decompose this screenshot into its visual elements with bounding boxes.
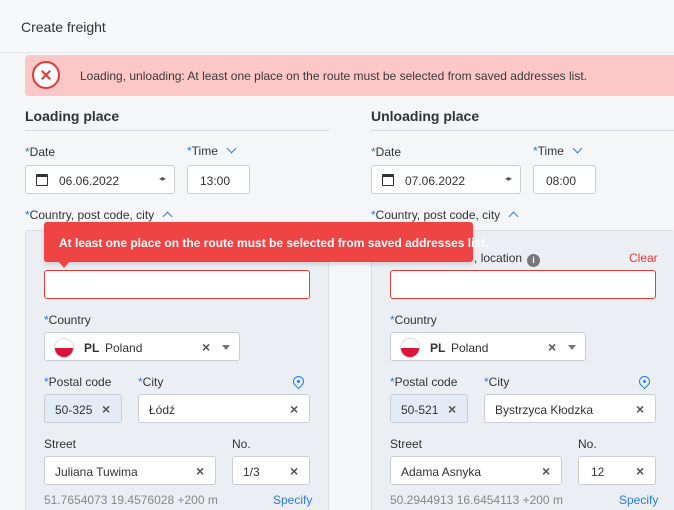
loading-time-label[interactable]: *Time <box>187 143 237 158</box>
info-icon[interactable]: i <box>527 254 541 267</box>
loading-company-input[interactable] <box>44 270 310 299</box>
dialog-header: Create freight <box>0 0 674 53</box>
unloading-postal-label: *Postal code <box>390 375 458 389</box>
loading-city-input[interactable]: Łódź × <box>138 394 310 423</box>
chevron-down-icon[interactable] <box>572 143 583 154</box>
loading-date-input[interactable]: 06.06.2022 ◂▸ <box>25 165 175 194</box>
unloading-time-label[interactable]: *Time <box>533 143 583 158</box>
loading-postal-input[interactable]: 50-325 × <box>44 394 122 423</box>
loading-country-select[interactable]: PL Poland × <box>44 332 240 361</box>
unloading-postal-input[interactable]: 50-521 × <box>390 394 468 423</box>
unloading-street-label: Street <box>390 437 423 451</box>
poland-flag-icon <box>400 338 420 358</box>
loading-place-title: Loading place <box>25 108 120 124</box>
clear-icon[interactable]: × <box>196 463 204 479</box>
loading-postal-label: *Postal code <box>44 375 112 389</box>
validation-tooltip: At least one place on the route must be … <box>44 222 488 268</box>
loading-city-label: *City <box>138 375 164 389</box>
unloading-company-label: , location i <box>474 251 541 267</box>
clear-icon[interactable]: × <box>548 339 556 355</box>
validation-tooltip-text: At least one place on the route must be … <box>59 236 489 250</box>
loading-coordinates: 51.7654073 19.4576028 +200 m <box>44 493 218 507</box>
unloading-street-input[interactable]: Adama Asnyka × <box>390 456 562 485</box>
unloading-time-input[interactable]: 08:00 <box>533 165 596 194</box>
loading-divider <box>25 130 329 131</box>
dialog-title: Create freight <box>21 19 106 35</box>
loading-country-label: *Country <box>44 313 91 327</box>
clear-icon[interactable]: × <box>636 463 644 479</box>
unloading-country-select[interactable]: PL Poland × <box>390 332 586 361</box>
loading-street-input[interactable]: Juliana Tuwima × <box>44 456 216 485</box>
clear-icon[interactable]: × <box>542 463 550 479</box>
unloading-divider <box>371 130 674 131</box>
stepper-arrows-icon[interactable]: ◂▸ <box>159 174 166 183</box>
unloading-specify-link[interactable]: Specify <box>619 493 658 507</box>
calendar-icon <box>382 174 394 186</box>
loading-specify-link[interactable]: Specify <box>273 493 312 507</box>
clear-icon[interactable]: × <box>290 463 298 479</box>
unloading-date-label: *Date <box>371 145 402 159</box>
caret-down-icon[interactable] <box>568 345 576 350</box>
clear-icon[interactable]: × <box>636 401 644 417</box>
chevron-up-icon[interactable] <box>162 211 173 222</box>
clear-icon[interactable]: × <box>202 339 210 355</box>
error-alert-message: Loading, unloading: At least one place o… <box>80 69 587 83</box>
calendar-icon <box>36 174 48 186</box>
loading-date-label: *Date <box>25 145 56 159</box>
loading-time-input[interactable]: 13:00 <box>187 165 250 194</box>
unloading-place-title: Unloading place <box>371 108 480 124</box>
unloading-clear-link[interactable]: Clear <box>629 251 658 265</box>
clear-icon[interactable]: × <box>102 401 110 417</box>
unloading-date-input[interactable]: 07.06.2022 ◂▸ <box>371 165 521 194</box>
loading-street-label: Street <box>44 437 77 451</box>
poland-flag-icon <box>54 338 74 358</box>
unloading-no-input[interactable]: 12 × <box>578 456 656 485</box>
loading-no-label: No. <box>232 437 251 451</box>
unloading-city-input[interactable]: Bystrzyca Kłodzka × <box>484 394 656 423</box>
unloading-location-label[interactable]: *Country, post code, city <box>371 208 519 222</box>
unloading-no-label: No. <box>578 437 597 451</box>
unloading-country-label: *Country <box>390 313 437 327</box>
caret-down-icon[interactable] <box>222 345 230 350</box>
clear-icon[interactable]: × <box>448 401 456 417</box>
loading-location-label[interactable]: *Country, post code, city <box>25 208 173 222</box>
clear-icon[interactable]: × <box>290 401 298 417</box>
unloading-company-input[interactable] <box>390 270 656 299</box>
error-alert: Loading, unloading: At least one place o… <box>25 55 674 96</box>
error-circle-x-icon <box>32 61 60 89</box>
loading-no-input[interactable]: 1/3 × <box>232 456 310 485</box>
chevron-down-icon[interactable] <box>226 143 237 154</box>
chevron-up-icon[interactable] <box>508 211 519 222</box>
unloading-coordinates: 50.2944913 16.6454113 +200 m <box>390 493 563 507</box>
unloading-city-label: *City <box>484 375 510 389</box>
stepper-arrows-icon[interactable]: ◂▸ <box>505 174 512 183</box>
